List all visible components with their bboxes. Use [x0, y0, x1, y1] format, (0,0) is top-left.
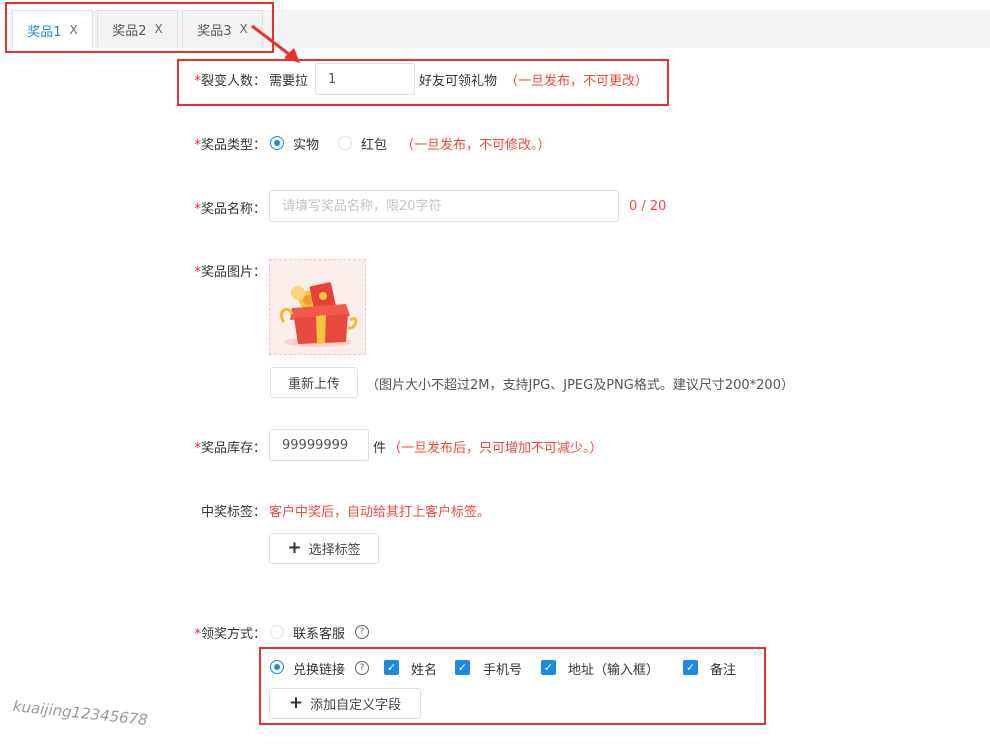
fission-note: （一旦发布，不可更改）	[505, 74, 649, 89]
watermark: kuaijing12345678	[12, 697, 149, 730]
close-icon[interactable]: X	[70, 23, 78, 37]
prize-name-input[interactable]	[269, 190, 619, 222]
stock-input[interactable]	[269, 429, 369, 461]
add-custom-field-button[interactable]: + 添加自定义字段	[269, 688, 421, 719]
annotation-arrow-icon	[251, 24, 300, 63]
win-tag-desc: 客户中奖后，自动给其打上客户标签。	[269, 505, 491, 520]
fission-label: *裂变人数：	[194, 74, 266, 89]
checkbox-name[interactable]: ✓	[384, 660, 399, 675]
checkbox-phone[interactable]: ✓	[455, 660, 470, 675]
close-icon[interactable]: X	[155, 22, 163, 36]
tab-label: 奖品1	[27, 24, 62, 40]
radio-contact-service[interactable]	[270, 625, 284, 639]
stock-note: （一旦发布后，只可增加不可减少。）	[388, 441, 603, 456]
radio-physical[interactable]	[270, 136, 284, 150]
radio-red-packet[interactable]	[338, 136, 352, 150]
prize-type-note: （一旦发布，不可修改。）	[401, 138, 551, 153]
radio-physical-label: 实物	[293, 138, 320, 153]
plus-icon: +	[287, 538, 302, 558]
select-tag-label: 选择标签	[308, 543, 361, 558]
tab-prize-2[interactable]: 奖品2 X	[97, 10, 178, 47]
checkbox-address-label: 地址（输入框）	[568, 663, 660, 678]
plus-icon: +	[288, 693, 304, 713]
fission-prefix: 需要拉	[269, 74, 309, 89]
fission-suffix: 好友可领礼物	[419, 74, 498, 89]
checkbox-address[interactable]: ✓	[541, 660, 556, 675]
tab-label: 奖品2	[112, 23, 147, 39]
checkbox-name-label: 姓名	[411, 663, 438, 678]
gift-box-icon	[279, 282, 358, 347]
tab-prize-1[interactable]: 奖品1 X	[12, 10, 93, 49]
radio-redeem-link[interactable]	[270, 660, 284, 674]
prize-image-preview	[269, 259, 366, 355]
prize-type-label: *奖品类型：	[194, 138, 266, 153]
claim-label: *领奖方式：	[194, 627, 266, 642]
radio-redeem-link-label: 兑换链接	[293, 663, 346, 678]
radio-red-packet-label: 红包	[361, 138, 388, 153]
help-icon[interactable]: ?	[355, 625, 369, 639]
prize-name-label: *奖品名称：	[194, 202, 266, 217]
stock-unit: 件	[373, 441, 387, 456]
reupload-button[interactable]: 重新上传	[270, 367, 358, 398]
reupload-label: 重新上传	[287, 377, 340, 392]
prize-name-counter: 0 / 20	[629, 199, 667, 214]
win-tag-label: 中奖标签：	[200, 505, 266, 520]
checkbox-remark[interactable]: ✓	[683, 660, 698, 675]
image-hint: （图片大小不超过2M，支持JPG、JPEG及PNG格式。建议尺寸200*200）	[366, 378, 794, 393]
radio-contact-service-label: 联系客服	[293, 627, 346, 642]
fission-count-input[interactable]	[315, 63, 415, 95]
prize-image-label: *奖品图片：	[194, 265, 266, 280]
select-tag-button[interactable]: + 选择标签	[269, 533, 379, 564]
tab-label: 奖品3	[197, 23, 232, 39]
stock-label: *奖品库存：	[194, 441, 266, 456]
add-custom-field-label: 添加自定义字段	[310, 698, 402, 713]
help-icon[interactable]: ?	[355, 661, 369, 675]
checkbox-phone-label: 手机号	[483, 663, 523, 678]
close-icon[interactable]: X	[240, 22, 248, 36]
checkbox-remark-label: 备注	[710, 663, 737, 678]
